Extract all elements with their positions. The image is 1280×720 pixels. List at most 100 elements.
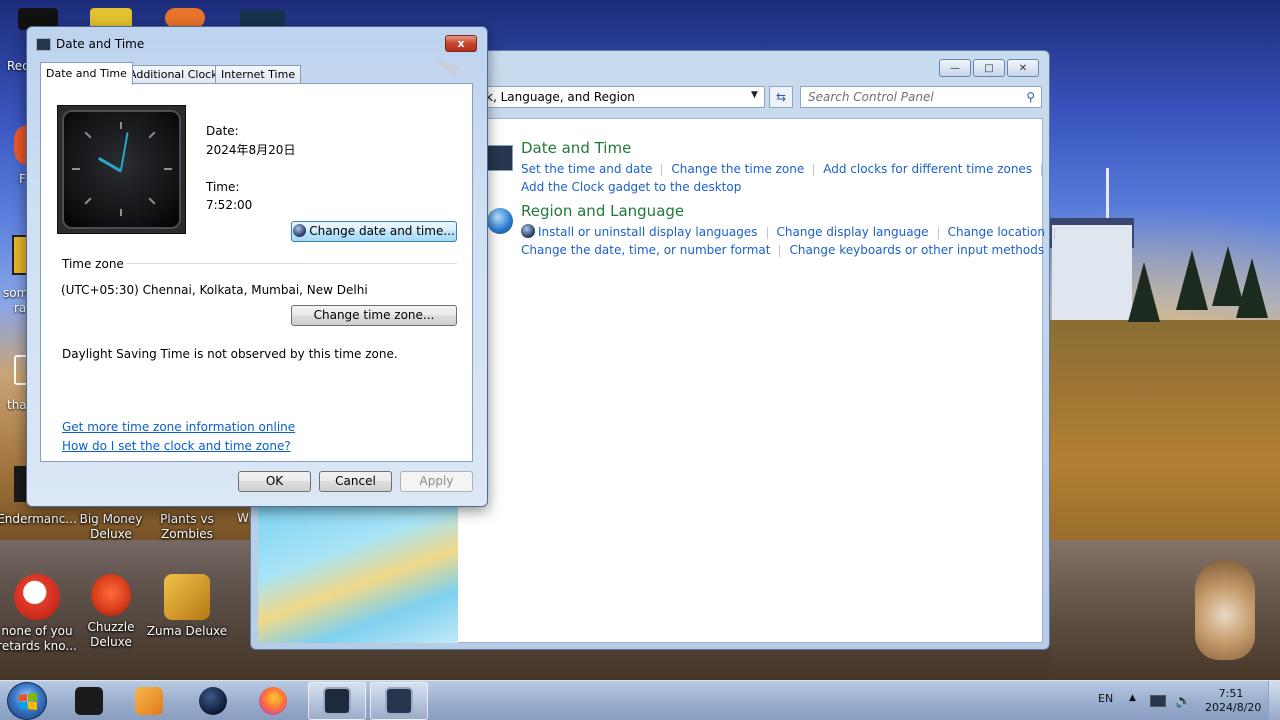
tab-date-and-time[interactable]: Date and Time bbox=[40, 62, 133, 85]
paper-plane-icon bbox=[430, 59, 460, 78]
separator bbox=[766, 226, 768, 239]
wallpaper-tree bbox=[1176, 250, 1208, 310]
desktop-partial-icon[interactable] bbox=[165, 8, 205, 28]
separator bbox=[937, 226, 939, 239]
button-label: Change date and time... bbox=[309, 224, 455, 238]
date-time-window-icon bbox=[385, 687, 413, 715]
link-label: Install or uninstall display languages bbox=[538, 225, 758, 239]
link-more-time-zone-info[interactable]: Get more time zone information online bbox=[62, 420, 295, 434]
link-add-clock-gadget[interactable]: Add the Clock gadget to the desktop bbox=[521, 178, 741, 196]
desktop-icon-label: Endermanc... bbox=[0, 512, 77, 526]
category-region-and-language: Region and Language Install or uninstall… bbox=[487, 202, 1064, 259]
separator bbox=[661, 163, 663, 176]
link-change-time-zone[interactable]: Change the time zone bbox=[671, 160, 804, 178]
desktop-partial-label[interactable]: tha bbox=[7, 398, 27, 412]
clock-tick bbox=[84, 197, 92, 205]
tray-overflow-icon[interactable]: ▲ bbox=[1129, 693, 1136, 720]
windows-logo-icon bbox=[19, 693, 37, 710]
desktop-partial-label[interactable]: F bbox=[19, 172, 26, 186]
clock-date: 2024/8/20 bbox=[1205, 701, 1262, 714]
clock-hour-hand bbox=[97, 156, 122, 173]
desktop-icon-zuma[interactable]: Zuma Deluxe bbox=[146, 574, 228, 639]
search-placeholder: Search Control Panel bbox=[808, 90, 934, 104]
category-date-and-time: Date and Time Set the time and date Chang… bbox=[487, 139, 1051, 196]
separator bbox=[779, 244, 781, 257]
language-indicator[interactable]: EN bbox=[1098, 692, 1113, 720]
cancel-button[interactable]: Cancel bbox=[319, 471, 392, 492]
apply-button[interactable]: Apply bbox=[400, 471, 473, 492]
terminal-app-icon bbox=[75, 687, 103, 715]
desktop-icon-chuzzle[interactable]: Chuzzle Deluxe bbox=[70, 574, 152, 650]
firefox-icon bbox=[259, 687, 287, 715]
address-text: k, Language, and Region bbox=[486, 90, 635, 104]
wallpaper-house bbox=[1052, 225, 1132, 320]
search-icon[interactable]: ⚲ bbox=[1026, 90, 1035, 104]
background-image-preview bbox=[258, 507, 458, 643]
shield-icon bbox=[521, 224, 535, 238]
link-install-languages[interactable]: Install or uninstall display languages bbox=[521, 223, 758, 241]
category-links: Set the time and date Change the time zon… bbox=[521, 160, 1051, 196]
show-desktop-button[interactable] bbox=[1268, 681, 1280, 720]
category-title[interactable]: Region and Language bbox=[521, 202, 1064, 220]
link-change-keyboards[interactable]: Change keyboards or other input methods bbox=[789, 241, 1044, 259]
maximize-button[interactable]: □ bbox=[973, 59, 1005, 77]
refresh-icon: ⇆ bbox=[775, 90, 787, 104]
dst-notice: Daylight Saving Time is not observed by … bbox=[62, 347, 398, 361]
category-links: Install or uninstall display languages Ch… bbox=[521, 223, 1064, 259]
link-change-location[interactable]: Change location bbox=[948, 223, 1045, 241]
link-change-display-language[interactable]: Change display language bbox=[777, 223, 929, 241]
hamster-gadget[interactable] bbox=[1195, 560, 1255, 660]
taskbar-app-terminal[interactable] bbox=[60, 682, 118, 720]
taskbar-app-browser[interactable] bbox=[184, 682, 242, 720]
taskbar-app-date-time-window[interactable] bbox=[370, 682, 428, 720]
network-icon[interactable] bbox=[1150, 695, 1166, 707]
clock-tick bbox=[84, 131, 92, 139]
desktop-icon-none-of-you[interactable]: none of you retards kno... bbox=[0, 574, 78, 654]
minimize-icon: — bbox=[950, 62, 960, 74]
maximize-icon: □ bbox=[984, 62, 994, 74]
change-date-time-button[interactable]: Change date and time... bbox=[291, 221, 457, 242]
separator bbox=[1053, 226, 1055, 239]
close-button[interactable]: x bbox=[445, 35, 477, 52]
taskbar-app-media-player[interactable] bbox=[120, 682, 178, 720]
clock-time: 7:51 bbox=[1218, 687, 1244, 700]
clock-face bbox=[62, 110, 181, 229]
tab-internet-time[interactable]: Internet Time bbox=[215, 65, 302, 84]
ok-button[interactable]: OK bbox=[238, 471, 311, 492]
clock-minute-hand bbox=[119, 131, 129, 170]
link-set-time-date[interactable]: Set the time and date bbox=[521, 160, 652, 178]
clock-tick bbox=[164, 168, 172, 170]
link-how-set-clock[interactable]: How do I set the clock and time zone? bbox=[62, 439, 291, 453]
minimize-button[interactable]: — bbox=[939, 59, 971, 77]
tab-additional-clocks[interactable]: Additional Clocks bbox=[123, 65, 230, 84]
address-dropdown-icon[interactable]: ▼ bbox=[751, 90, 758, 100]
category-title[interactable]: Date and Time bbox=[521, 139, 1051, 157]
desktop-partial-label[interactable]: som bbox=[3, 286, 28, 300]
date-time-dialog[interactable]: Date and Time x Date and Time Additional… bbox=[26, 26, 488, 507]
desktop-icon-label: Chuzzle Deluxe bbox=[87, 620, 135, 649]
time-zone-group-label: Time zone bbox=[62, 257, 124, 271]
taskbar-app-firefox[interactable] bbox=[244, 682, 302, 720]
start-button[interactable] bbox=[7, 682, 47, 720]
system-clock[interactable]: 7:51 2024/8/20 bbox=[1205, 687, 1262, 720]
shield-icon bbox=[293, 224, 307, 237]
search-input[interactable]: Search Control Panel ⚲ bbox=[800, 86, 1042, 108]
close-button[interactable]: ✕ bbox=[1007, 59, 1039, 77]
group-divider bbox=[126, 263, 457, 264]
refresh-button[interactable]: ⇆ bbox=[769, 86, 793, 108]
taskbar-app-display-window[interactable] bbox=[308, 682, 366, 720]
address-bar[interactable]: k, Language, and Region bbox=[479, 86, 765, 108]
link-add-clocks[interactable]: Add clocks for different time zones bbox=[823, 160, 1032, 178]
link-change-format[interactable]: Change the date, time, or number format bbox=[521, 241, 770, 259]
window-caption-buttons: — □ ✕ bbox=[939, 59, 1039, 77]
change-time-zone-button[interactable]: Change time zone... bbox=[291, 305, 457, 326]
browser-globe-icon bbox=[199, 687, 227, 715]
close-icon: ✕ bbox=[1018, 62, 1028, 74]
clock-tick bbox=[72, 168, 80, 170]
wallpaper-tree bbox=[1236, 258, 1268, 318]
clock-tick bbox=[148, 197, 156, 205]
volume-icon[interactable]: 🔈 bbox=[1175, 694, 1191, 720]
date-value: 2024年8月20日 bbox=[206, 143, 296, 157]
desktop-partial-label[interactable]: ra bbox=[14, 301, 26, 315]
dialog-title: Date and Time bbox=[56, 37, 145, 51]
